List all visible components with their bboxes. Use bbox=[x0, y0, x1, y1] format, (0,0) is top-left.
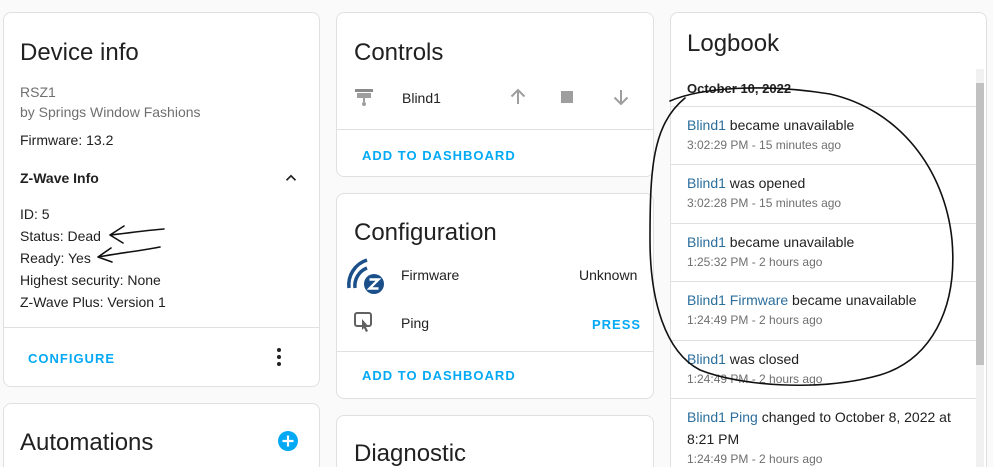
stop-icon[interactable] bbox=[559, 89, 575, 105]
logbook-entity-link[interactable]: Blind1 bbox=[687, 234, 726, 250]
zwave-id: ID: 5 bbox=[20, 206, 50, 222]
logbook-entry-text: changed to October 8, 2022 at bbox=[757, 409, 951, 425]
blind-icon bbox=[355, 89, 373, 106]
controls-entity-name[interactable]: Blind1 bbox=[402, 90, 441, 106]
logbook-separator bbox=[671, 164, 978, 165]
device-firmware: Firmware: 13.2 bbox=[20, 132, 114, 148]
logbook-separator bbox=[671, 398, 978, 399]
firmware-value: Unknown bbox=[579, 267, 638, 283]
add-automation-icon[interactable] bbox=[277, 430, 299, 452]
configuration-card: Configuration Firmware Unknown Ping PRES… bbox=[336, 193, 654, 399]
firmware-label: Firmware bbox=[401, 267, 460, 283]
logbook-separator bbox=[671, 281, 978, 282]
zwave-security: Highest security: None bbox=[20, 272, 161, 288]
device-model: RSZ1 bbox=[20, 84, 56, 100]
logbook-entry-text: became unavailable bbox=[725, 234, 855, 250]
zwave-status: Status: Dead bbox=[20, 228, 101, 244]
more-vertical-icon[interactable] bbox=[269, 346, 289, 368]
logbook-entry-time: 3:02:28 PM - 15 minutes ago bbox=[687, 196, 842, 210]
configuration-add-to-dashboard-button[interactable]: ADD TO DASHBOARD bbox=[362, 368, 516, 383]
ping-icon bbox=[354, 312, 372, 332]
logbook-entry-time: 1:24:49 PM - 2 hours ago bbox=[687, 452, 823, 466]
device-manufacturer: by Springs Window Fashions bbox=[20, 104, 201, 120]
logbook-entry-time: 1:24:49 PM - 2 hours ago bbox=[687, 372, 823, 386]
logbook-entry-time: 1:25:32 PM - 2 hours ago bbox=[687, 255, 823, 269]
logbook-entry-time: 1:24:49 PM - 2 hours ago bbox=[687, 313, 823, 327]
zwave-info-label: Z-Wave Info bbox=[20, 170, 99, 186]
zwave-info-header[interactable]: Z-Wave Info bbox=[4, 163, 319, 193]
automations-title: Automations bbox=[20, 429, 154, 456]
logbook-card: Logbook October 10, 2022 Blind1 became u… bbox=[670, 12, 987, 467]
logbook-entity-link[interactable]: Blind1 Ping bbox=[687, 409, 758, 425]
logbook-entity-link[interactable]: Blind1 bbox=[687, 175, 726, 191]
device-info-title: Device info bbox=[20, 39, 139, 66]
logbook-separator bbox=[671, 106, 978, 107]
device-info-card: Device info RSZ1 by Springs Window Fashi… bbox=[3, 12, 320, 387]
logbook-title: Logbook bbox=[687, 30, 780, 57]
arrow-down-icon[interactable] bbox=[611, 87, 631, 107]
controls-divider bbox=[337, 129, 653, 130]
device-info-divider bbox=[4, 327, 319, 328]
logbook-date: October 10, 2022 bbox=[687, 81, 792, 96]
logbook-entry-text: was closed bbox=[725, 351, 800, 367]
logbook-separator bbox=[671, 340, 978, 341]
chevron-up-icon[interactable] bbox=[282, 169, 300, 187]
controls-card: Controls Blind1 ADD TO DASHBOARD bbox=[336, 12, 654, 177]
logbook-entity-link[interactable]: Blind1 bbox=[687, 351, 726, 367]
zwave-icon bbox=[347, 258, 384, 294]
logbook-entry-text-continued: 8:21 PM bbox=[687, 431, 740, 447]
automations-card: Automations bbox=[3, 403, 320, 467]
configuration-title: Configuration bbox=[354, 219, 497, 246]
logbook-entry-text: became unavailable bbox=[725, 117, 855, 133]
logbook-entry-text: became unavailable bbox=[788, 292, 917, 308]
controls-add-to-dashboard-button[interactable]: ADD TO DASHBOARD bbox=[362, 148, 516, 163]
logbook-scrollbar-thumb[interactable] bbox=[976, 83, 984, 365]
logbook-entity-link[interactable]: Blind1 bbox=[687, 117, 726, 133]
logbook-entry-time: 3:02:29 PM - 15 minutes ago bbox=[687, 138, 842, 152]
arrow-up-icon[interactable] bbox=[508, 87, 528, 107]
diagnostic-card: Diagnostic bbox=[336, 415, 654, 467]
logbook-entry-text: was opened bbox=[725, 175, 806, 191]
ping-press-button[interactable]: PRESS bbox=[592, 317, 641, 332]
ping-label: Ping bbox=[401, 315, 430, 331]
logbook-entity-link[interactable]: Blind1 Firmware bbox=[687, 292, 788, 308]
configuration-divider bbox=[337, 351, 653, 352]
diagnostic-title: Diagnostic bbox=[354, 440, 467, 467]
controls-title: Controls bbox=[354, 39, 444, 66]
configure-button[interactable]: CONFIGURE bbox=[28, 351, 115, 366]
zwave-plus: Z-Wave Plus: Version 1 bbox=[20, 294, 166, 310]
zwave-ready: Ready: Yes bbox=[20, 250, 91, 266]
logbook-separator bbox=[671, 223, 978, 224]
